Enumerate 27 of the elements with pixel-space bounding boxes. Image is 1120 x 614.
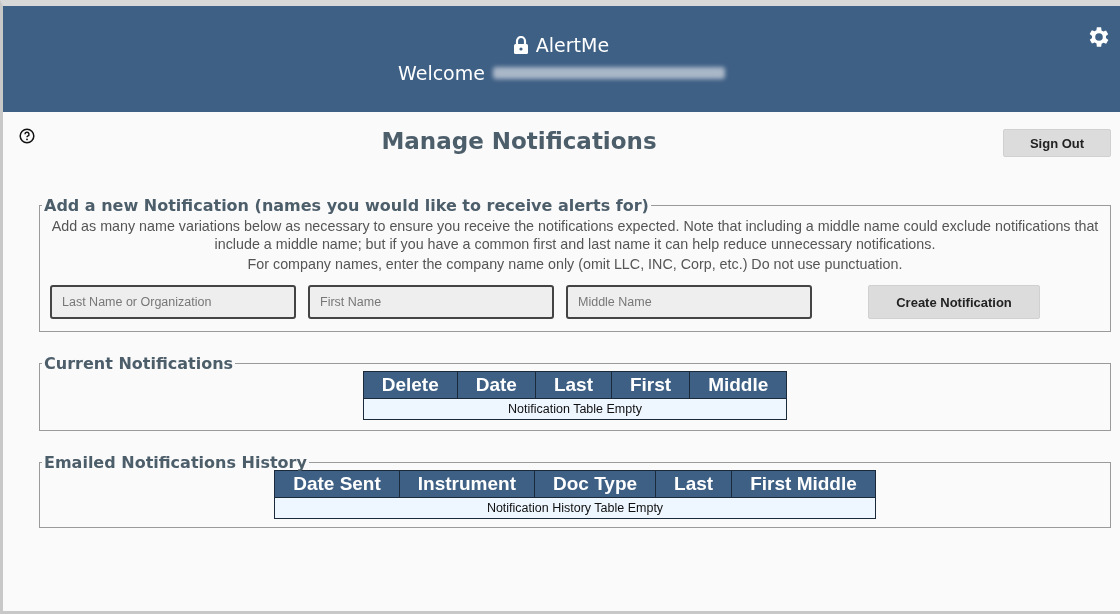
name-field[interactable]: First Name [308,285,554,319]
column-header: Date [457,371,536,399]
page-title: Manage Notifications [381,128,657,154]
section-title: Current Notifications [43,354,235,373]
column-header: Delete [363,371,458,399]
column-header: Middle [689,371,787,399]
name-field[interactable]: Middle Name [566,285,812,319]
instructions-text: For company names, enter the company name only (omit LLC, INC, Corp, etc.) Do not use punctuation. [246,255,904,273]
column-header: Date Sent [274,470,400,498]
column-header: Doc Type [534,470,656,498]
name-field[interactable]: Last Name or Organization [50,285,296,319]
instructions-text: Add as many name variations below as necessary to ensure you receive the notifications expected. Note that including a middle name could exclude notifications that include a middle name; but if you have a common first and last name it can help reduce unnecessary notifications. [50,217,1100,253]
lock-icon [513,36,528,54]
section-title: Add a new Notification (names you would like to receive alerts for) [43,196,650,215]
section-title: Emailed Notifications History [43,453,308,472]
app-name: AlertMe [535,34,610,56]
column-header: First [611,371,690,399]
create-notification-button[interactable]: Create Notification [868,285,1040,319]
help-icon[interactable] [19,128,35,144]
empty-table-message: Notification History Table Empty [274,497,876,519]
welcome-text: Welcome [398,62,485,84]
empty-table-message: Notification Table Empty [363,398,787,420]
column-header: First Middle [731,470,876,498]
column-header: Last [655,470,732,498]
sign-out-button[interactable]: Sign Out [1003,129,1111,157]
column-header: Last [535,371,612,399]
column-header: Instrument [399,470,535,498]
